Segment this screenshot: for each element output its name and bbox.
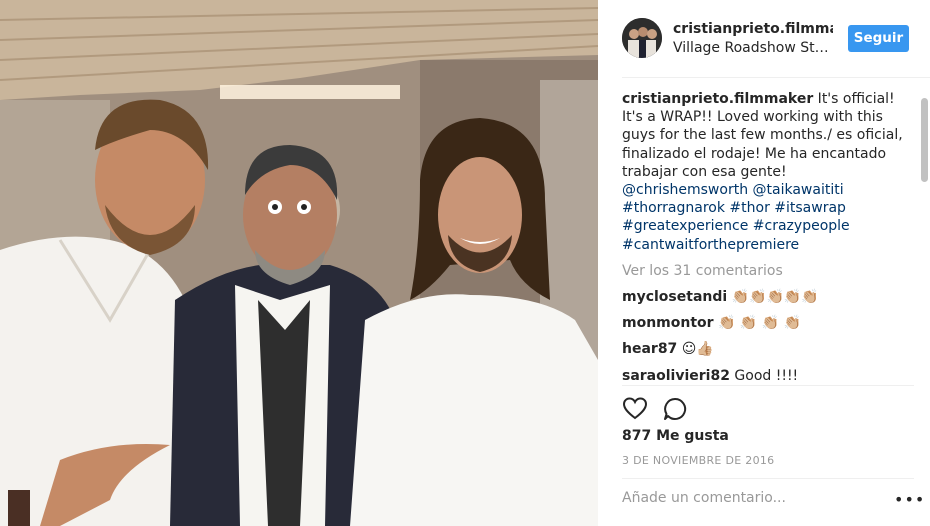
header-divider bbox=[622, 77, 930, 78]
comment-username[interactable]: monmontor bbox=[622, 315, 714, 331]
comment-text: Good !!!! bbox=[729, 367, 799, 382]
comment-item: saraolivieri82 Good !!!! bbox=[622, 367, 914, 382]
comment-username[interactable]: myclosetandi bbox=[622, 289, 727, 305]
post-header: cristianprieto.filmmake Village Roadshow… bbox=[598, 0, 930, 77]
caption-hashtags[interactable]: @chrishemsworth @taikawaititi #thorragna… bbox=[622, 181, 914, 254]
post-photo[interactable] bbox=[0, 0, 598, 526]
heart-icon[interactable] bbox=[622, 396, 648, 422]
avatar[interactable] bbox=[622, 18, 662, 58]
likes-count[interactable]: 877 Me gusta bbox=[622, 428, 729, 444]
comments-scrollbar[interactable] bbox=[921, 98, 928, 182]
comment-icon[interactable] bbox=[662, 396, 688, 422]
comment-username[interactable]: hear87 bbox=[622, 341, 677, 357]
post-date[interactable]: 3 DE NOVIEMBRE DE 2016 bbox=[622, 454, 774, 467]
comment-item: myclosetandi 👏🏼👏🏼👏🏼👏🏼👏🏼 bbox=[622, 288, 914, 306]
avatar-image bbox=[622, 18, 662, 58]
header-username[interactable]: cristianprieto.filmmake bbox=[673, 21, 833, 37]
follow-button[interactable]: Seguir bbox=[848, 25, 909, 52]
add-comment-input[interactable] bbox=[622, 490, 882, 506]
post-details-panel: cristianprieto.filmmake Village Roadshow… bbox=[598, 0, 930, 526]
comment-item: monmontor 👏🏼 👏🏼 👏🏼 👏🏼 bbox=[622, 314, 914, 332]
comment-text: 👏🏼 👏🏼 👏🏼 👏🏼 bbox=[713, 315, 802, 332]
view-all-comments-link[interactable]: Ver los 31 comentarios bbox=[622, 262, 914, 280]
caption: cristianprieto.filmmaker It's official! … bbox=[622, 90, 914, 254]
group-photo bbox=[0, 0, 598, 526]
more-options-icon[interactable]: ••• bbox=[894, 490, 925, 509]
actions-divider bbox=[622, 385, 914, 386]
comment-text: ☺👍🏼 bbox=[677, 341, 714, 358]
header-location[interactable]: Village Roadshow St… bbox=[673, 40, 829, 56]
comment-divider bbox=[622, 478, 914, 479]
comments-list[interactable]: cristianprieto.filmmaker It's official! … bbox=[622, 90, 914, 382]
comment-item: hear87 ☺👍🏼 bbox=[622, 340, 914, 358]
comment-username[interactable]: saraolivieri82 bbox=[622, 368, 730, 382]
comment-text: 👏🏼👏🏼👏🏼👏🏼👏🏼 bbox=[727, 289, 819, 306]
caption-username[interactable]: cristianprieto.filmmaker bbox=[622, 91, 813, 107]
